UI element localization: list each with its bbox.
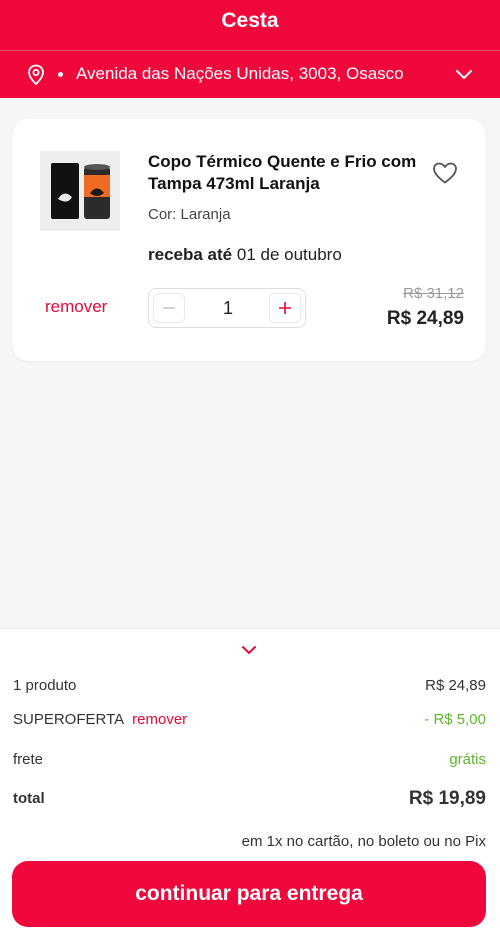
- quantity-stepper: 1: [148, 288, 306, 328]
- product-name[interactable]: Copo Térmico Quente e Frio com Tampa 473…: [148, 151, 428, 195]
- summary-row-shipping: frete grátis: [13, 751, 486, 768]
- shipping-label: frete: [13, 751, 44, 768]
- delivery-date: 01 de outubro: [236, 245, 342, 264]
- cart-item-card: Copo Térmico Quente e Frio com Tampa 473…: [12, 119, 486, 361]
- promo-value: - R$ 5,00: [424, 711, 486, 728]
- summary-row-promo: SUPEROFERTA remover - R$ 5,00: [13, 711, 486, 728]
- plus-icon: [279, 302, 291, 314]
- products-value: R$ 24,89: [425, 677, 486, 694]
- increase-quantity-button[interactable]: [269, 293, 301, 323]
- product-thumbnail-graphic: [40, 151, 120, 231]
- page-title: Cesta: [221, 9, 279, 32]
- quantity-value[interactable]: 1: [189, 298, 267, 319]
- delivery-estimate: receba até 01 de outubro: [148, 245, 342, 265]
- header: Cesta Avenida das Nações Unidas, 3003, O…: [0, 0, 500, 98]
- delivery-label: receba até: [148, 245, 233, 264]
- summary-row-total: total R$ 19,89: [13, 788, 486, 809]
- address-selector[interactable]: Avenida das Nações Unidas, 3003, Osasco: [0, 51, 500, 98]
- minus-icon: [163, 307, 175, 309]
- chevron-down-icon[interactable]: [455, 66, 473, 84]
- decrease-quantity-button[interactable]: [153, 293, 185, 323]
- map-pin-icon: [28, 64, 44, 86]
- original-price: R$ 31,12: [403, 285, 464, 302]
- heart-icon[interactable]: [432, 161, 458, 185]
- total-label: total: [13, 790, 45, 807]
- total-value: R$ 19,89: [408, 788, 486, 809]
- product-image[interactable]: [40, 151, 120, 231]
- promo-label: SUPEROFERTA: [13, 711, 125, 728]
- remove-item-button[interactable]: remover: [45, 297, 107, 317]
- continue-to-delivery-button[interactable]: continuar para entrega: [12, 861, 486, 927]
- current-price: R$ 24,89: [386, 308, 464, 329]
- chevron-down-icon[interactable]: [240, 643, 258, 657]
- separator-dot: [58, 72, 63, 77]
- shipping-value: grátis: [449, 751, 486, 768]
- summary-row-products: 1 produto R$ 24,89: [13, 677, 486, 694]
- order-summary: 1 produto R$ 24,89 SUPEROFERTA remover - …: [0, 628, 500, 934]
- products-label: 1 produto: [13, 677, 77, 694]
- address-text: Avenida das Nações Unidas, 3003, Osasco: [76, 64, 404, 83]
- remove-promo-button[interactable]: remover: [132, 711, 187, 728]
- payment-note: em 1x no cartão, no boleto ou no Pix: [241, 833, 486, 850]
- product-variant: Cor: Laranja: [148, 206, 231, 223]
